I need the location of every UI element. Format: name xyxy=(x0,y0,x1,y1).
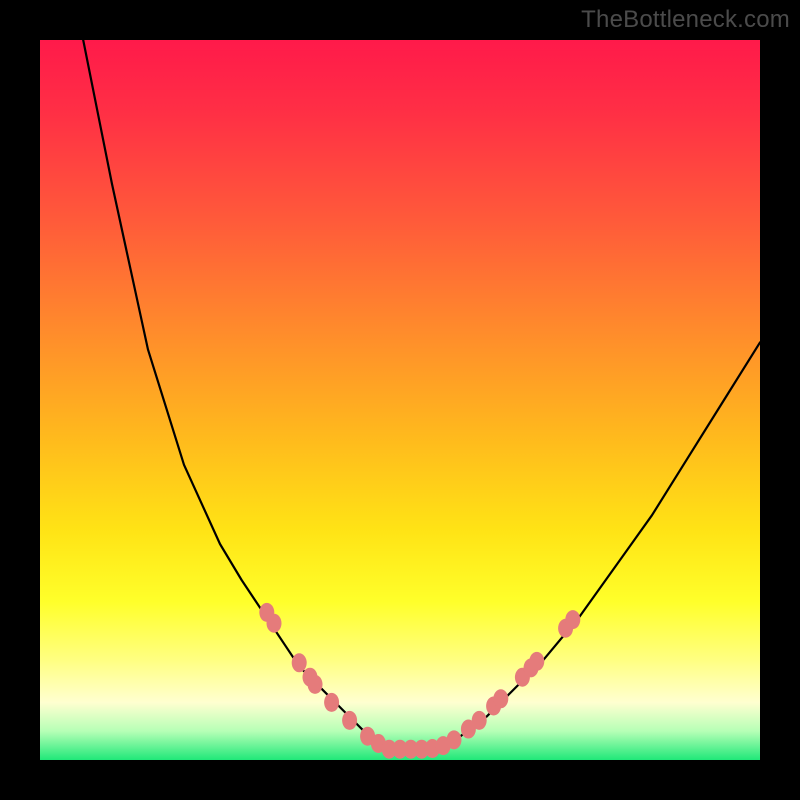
chart-container: TheBottleneck.com xyxy=(0,0,800,800)
marker-point xyxy=(292,653,307,672)
plot-area xyxy=(40,40,760,760)
marker-point xyxy=(342,711,357,730)
marker-point xyxy=(308,675,323,694)
marker-point xyxy=(493,689,508,708)
marker-point xyxy=(529,652,544,671)
marker-point xyxy=(324,693,339,712)
marker-point xyxy=(472,711,487,730)
bottleneck-curve xyxy=(83,40,760,749)
curve-group xyxy=(83,40,760,749)
markers-group xyxy=(259,603,580,759)
marker-point xyxy=(447,730,462,749)
marker-point xyxy=(267,614,282,633)
watermark-text: TheBottleneck.com xyxy=(581,6,790,34)
chart-svg xyxy=(40,40,760,760)
marker-point xyxy=(565,610,580,629)
